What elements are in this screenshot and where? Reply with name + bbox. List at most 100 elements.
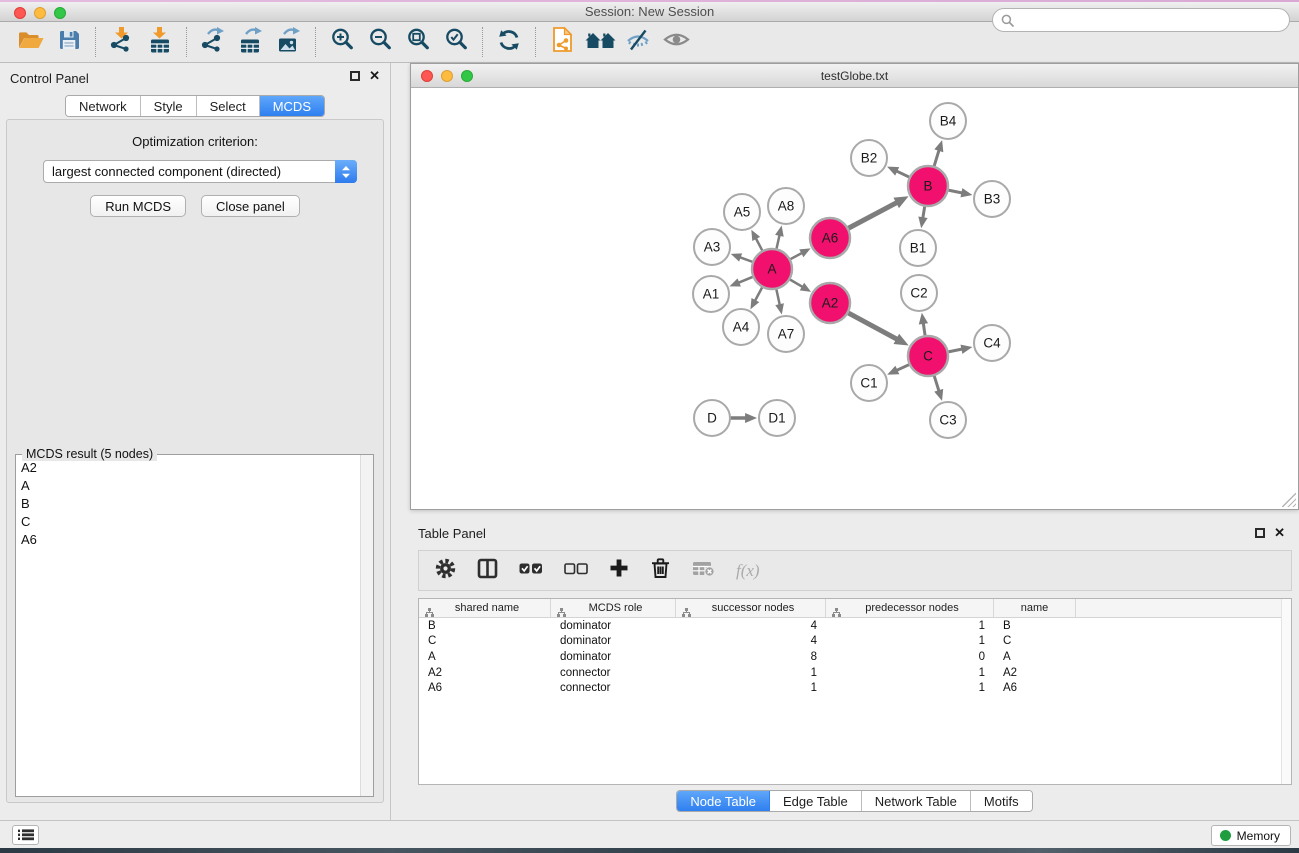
edge-C-C4[interactable]: [948, 349, 963, 352]
tab-mcds[interactable]: MCDS: [260, 96, 324, 116]
tab-motifs[interactable]: Motifs: [971, 791, 1032, 811]
node-B2[interactable]: B2: [851, 140, 887, 176]
window-controls[interactable]: [14, 7, 66, 19]
select-all-button[interactable]: [519, 561, 543, 581]
table-cell[interactable]: 1: [826, 665, 994, 681]
table-cell[interactable]: 0: [826, 649, 994, 665]
table-cell[interactable]: dominator: [551, 634, 676, 650]
table-close-panel-icon[interactable]: ✕: [1274, 528, 1285, 538]
node-A1[interactable]: A1: [693, 276, 729, 312]
node-A5[interactable]: A5: [724, 194, 760, 230]
table-cell[interactable]: 8: [676, 649, 826, 665]
network-close-icon[interactable]: [421, 70, 433, 82]
table-float-panel-icon[interactable]: [1255, 528, 1265, 538]
table-cell[interactable]: 4: [676, 634, 826, 650]
node-A2[interactable]: A2: [810, 283, 850, 323]
edge-A6-B[interactable]: [848, 202, 897, 228]
zoom-fit-button[interactable]: [399, 25, 437, 59]
edge-C-C2[interactable]: [923, 323, 925, 336]
task-history-button[interactable]: [12, 825, 39, 845]
table-cell[interactable]: 1: [826, 680, 994, 696]
table-cell[interactable]: A6: [419, 680, 551, 696]
edge-B-B3[interactable]: [948, 190, 963, 193]
node-A[interactable]: A: [752, 249, 792, 289]
node-C4[interactable]: C4: [974, 325, 1010, 361]
node-A7[interactable]: A7: [768, 316, 804, 352]
deselect-all-button[interactable]: [564, 561, 588, 581]
node-A6[interactable]: A6: [810, 218, 850, 258]
table-cell[interactable]: B: [419, 618, 551, 634]
table-row[interactable]: A6connector11A6: [419, 680, 1291, 696]
table-cell[interactable]: A: [419, 649, 551, 665]
import-table-button[interactable]: [141, 25, 179, 59]
edge-C-C3[interactable]: [934, 375, 939, 391]
node-D1[interactable]: D1: [759, 400, 795, 436]
network-minimize-icon[interactable]: [441, 70, 453, 82]
node-B3[interactable]: B3: [974, 181, 1010, 217]
table-row[interactable]: A2connector11A2: [419, 665, 1291, 681]
zoom-window-icon[interactable]: [54, 7, 66, 19]
table-cell[interactable]: 1: [826, 618, 994, 634]
node-B1[interactable]: B1: [900, 230, 936, 266]
node-A8[interactable]: A8: [768, 188, 804, 224]
criterion-dropdown[interactable]: largest connected component (directed): [43, 160, 357, 183]
export-table-button[interactable]: [232, 25, 270, 59]
node-D[interactable]: D: [694, 400, 730, 436]
table-cell[interactable]: dominator: [551, 618, 676, 634]
run-mcds-button[interactable]: Run MCDS: [90, 195, 186, 217]
tab-style[interactable]: Style: [141, 96, 197, 116]
node-A3[interactable]: A3: [694, 229, 730, 265]
result-item[interactable]: A2: [16, 458, 359, 476]
table-cell[interactable]: connector: [551, 665, 676, 681]
table-cell[interactable]: C: [994, 634, 1076, 650]
result-item[interactable]: A: [16, 476, 359, 494]
node-C[interactable]: C: [908, 336, 948, 376]
tab-node-table[interactable]: Node Table: [677, 791, 770, 811]
gear-button[interactable]: [435, 558, 456, 584]
node-C2[interactable]: C2: [901, 275, 937, 311]
table-cell[interactable]: 4: [676, 618, 826, 634]
table-cell[interactable]: A2: [994, 665, 1076, 681]
table-cell[interactable]: 1: [676, 665, 826, 681]
edge-B-B2[interactable]: [896, 171, 910, 177]
network-window-titlebar[interactable]: testGlobe.txt: [411, 64, 1298, 88]
tab-select[interactable]: Select: [197, 96, 260, 116]
table-cell[interactable]: A2: [419, 665, 551, 681]
node-B4[interactable]: B4: [930, 103, 966, 139]
node-C1[interactable]: C1: [851, 365, 887, 401]
document-network-button[interactable]: [543, 25, 581, 59]
table-row[interactable]: Cdominator41C: [419, 634, 1291, 650]
result-item[interactable]: C: [16, 513, 359, 531]
search-field[interactable]: [992, 8, 1290, 32]
resize-grip[interactable]: [1282, 493, 1296, 507]
column-header-name[interactable]: name: [994, 599, 1076, 617]
add-button[interactable]: [609, 558, 629, 583]
import-network-button[interactable]: [103, 25, 141, 59]
column-header-MCDS-role[interactable]: MCDS role: [551, 599, 676, 617]
tab-edge-table[interactable]: Edge Table: [770, 791, 862, 811]
edge-C-C1[interactable]: [896, 364, 909, 370]
memory-button[interactable]: Memory: [1211, 825, 1291, 846]
edge-A-A4[interactable]: [755, 287, 763, 301]
zoom-in-button[interactable]: [323, 25, 361, 59]
table-cell[interactable]: 1: [826, 634, 994, 650]
edge-A-A7[interactable]: [776, 289, 780, 306]
table-cell[interactable]: A: [994, 649, 1076, 665]
tab-network-table[interactable]: Network Table: [862, 791, 971, 811]
column-header-successor-nodes[interactable]: successor nodes: [676, 599, 826, 617]
result-item[interactable]: B: [16, 494, 359, 512]
edge-A2-C[interactable]: [848, 313, 898, 340]
edge-A-A1[interactable]: [738, 277, 753, 283]
edge-B-B1[interactable]: [923, 206, 925, 218]
column-header-shared-name[interactable]: shared name: [419, 599, 551, 617]
tab-network[interactable]: Network: [66, 96, 141, 116]
export-image-button[interactable]: [270, 25, 308, 59]
edge-A-A2[interactable]: [789, 279, 803, 287]
table-cell[interactable]: B: [994, 618, 1076, 634]
float-panel-icon[interactable]: [350, 71, 360, 81]
edge-A-A5[interactable]: [756, 238, 763, 251]
table-cell[interactable]: connector: [551, 680, 676, 696]
search-input[interactable]: [1014, 13, 1289, 27]
edge-A-A3[interactable]: [740, 257, 754, 262]
zoom-selected-button[interactable]: [437, 25, 475, 59]
